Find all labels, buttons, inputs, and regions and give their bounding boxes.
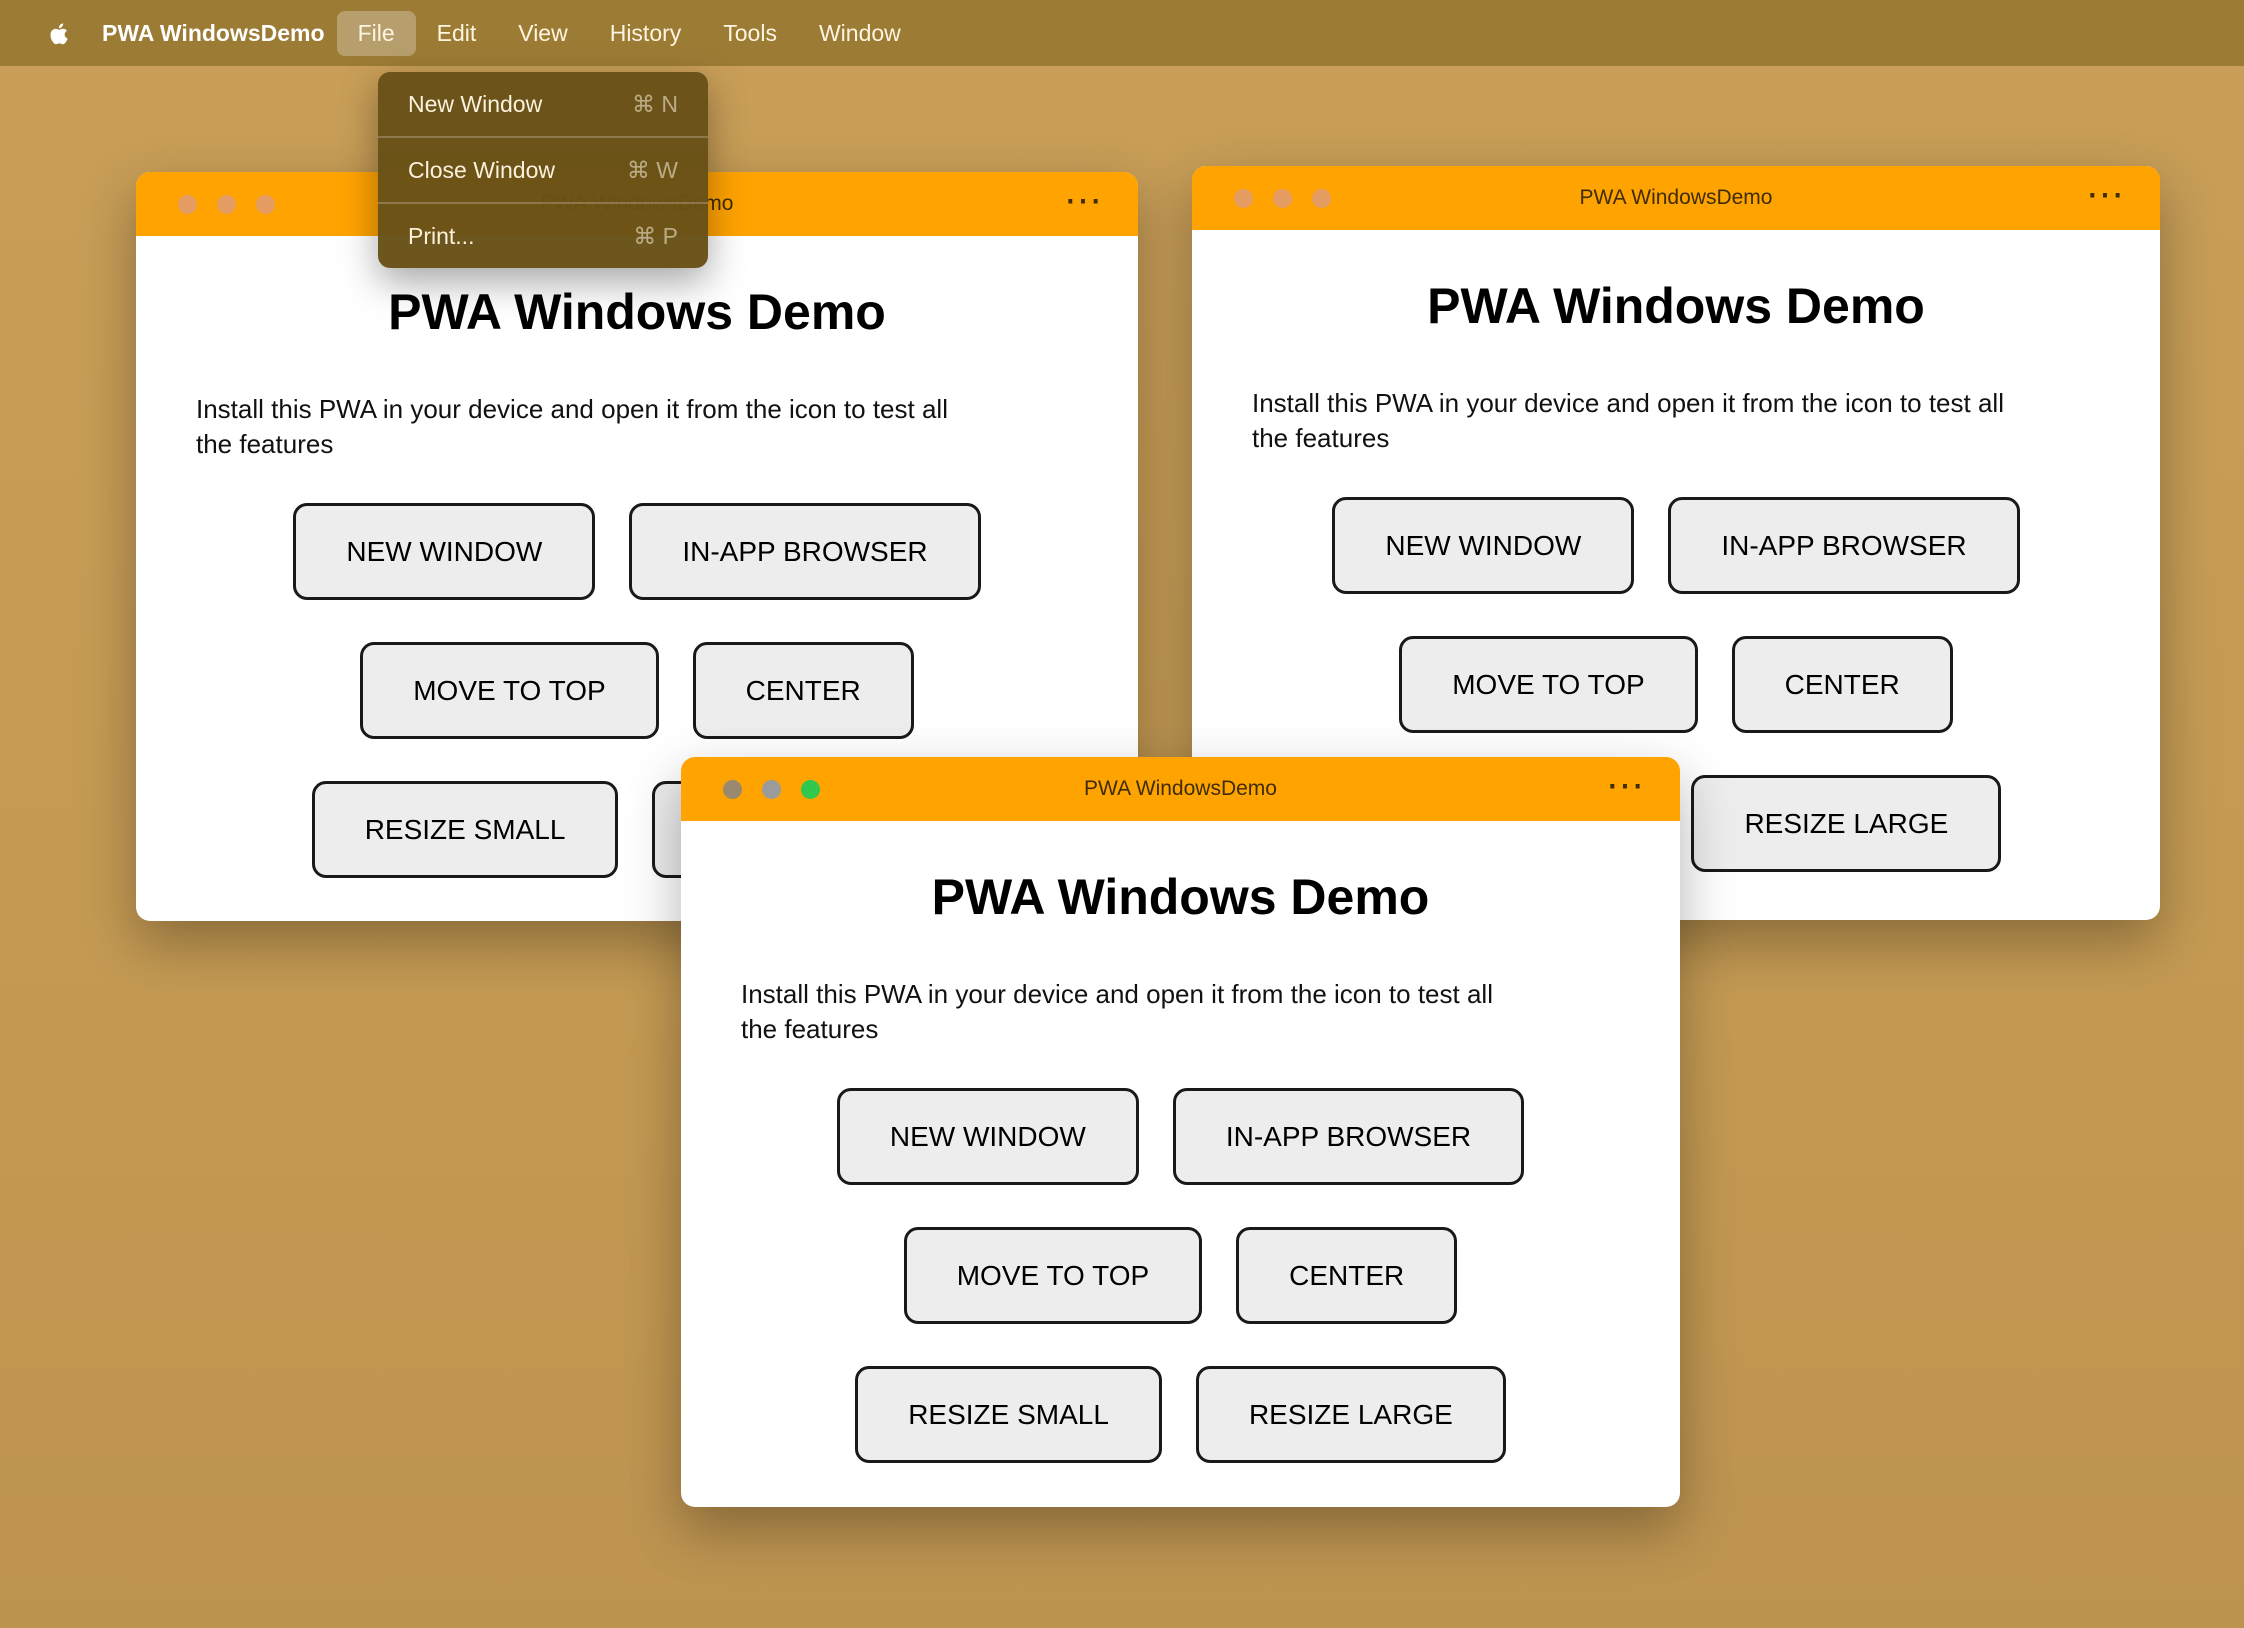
resize-large-button[interactable]: RESIZE LARGE — [1195, 1366, 1506, 1464]
button-row: RESIZE SMALL RESIZE LARGE — [741, 1366, 1620, 1464]
page-description: Install this PWA in your device and open… — [196, 393, 948, 460]
menu-item-close-window[interactable]: Close Window ⌘ W — [378, 138, 708, 202]
window-titlebar[interactable]: PWA WindowsDemo ⋯ — [681, 757, 1680, 821]
button-row: MOVE TO TOP CENTER — [1252, 636, 2100, 734]
page-title: PWA Windows Demo — [931, 869, 1430, 925]
more-options-icon[interactable]: ⋯ — [2086, 172, 2124, 217]
window-title: PWA WindowsDemo — [1579, 186, 1773, 209]
menu-bar: PWA WindowsDemo File Edit View History T… — [0, 0, 2244, 66]
move-to-top-button[interactable]: MOVE TO TOP — [360, 642, 659, 740]
center-button[interactable]: CENTER — [1236, 1227, 1458, 1325]
in-app-browser-button[interactable]: IN-APP BROWSER — [1172, 1088, 1525, 1186]
menu-item-window[interactable]: Window — [798, 11, 922, 56]
button-row: MOVE TO TOP CENTER — [741, 1227, 1620, 1325]
move-to-top-button[interactable]: MOVE TO TOP — [1399, 636, 1698, 734]
center-button[interactable]: CENTER — [692, 642, 914, 740]
menu-item-new-window[interactable]: New Window ⌘ N — [378, 72, 708, 136]
menu-item-shortcut: ⌘ P — [633, 222, 678, 249]
menu-item-shortcut: ⌘ N — [632, 90, 678, 117]
menu-item-edit[interactable]: Edit — [416, 11, 498, 56]
in-app-browser-button[interactable]: IN-APP BROWSER — [629, 503, 981, 601]
apple-menu[interactable] — [40, 18, 80, 49]
resize-small-button[interactable]: RESIZE SMALL — [311, 781, 619, 879]
menu-item-print[interactable]: Print... ⌘ P — [378, 204, 708, 268]
window-title: PWA WindowsDemo — [1084, 777, 1277, 800]
menu-item-shortcut: ⌘ W — [626, 156, 678, 183]
move-to-top-button[interactable]: MOVE TO TOP — [903, 1227, 1203, 1325]
more-options-icon[interactable]: ⋯ — [1606, 763, 1644, 808]
window-content: PWA Windows Demo Install this PWA in you… — [681, 821, 1680, 1464]
window-titlebar[interactable]: PWA WindowsDemo ⋯ — [1192, 166, 2160, 230]
new-window-button[interactable]: NEW WINDOW — [1332, 497, 1635, 595]
button-row: MOVE TO TOP CENTER — [196, 642, 1078, 740]
new-window-button[interactable]: NEW WINDOW — [836, 1088, 1139, 1186]
app-window-front: PWA WindowsDemo ⋯ PWA Windows Demo Insta… — [681, 757, 1680, 1507]
center-button[interactable]: CENTER — [1731, 636, 1953, 734]
resize-large-button[interactable]: RESIZE LARGE — [1691, 775, 2002, 873]
menu-item-tools[interactable]: Tools — [702, 11, 798, 56]
file-menu-dropdown: New Window ⌘ N Close Window ⌘ W Print...… — [378, 72, 708, 268]
more-options-icon[interactable]: ⋯ — [1064, 178, 1102, 223]
menu-item-label: Close Window — [408, 156, 555, 183]
new-window-button[interactable]: NEW WINDOW — [293, 503, 596, 601]
page-description: Install this PWA in your device and open… — [1252, 387, 2004, 454]
app-menu-title[interactable]: PWA WindowsDemo — [102, 20, 325, 47]
in-app-browser-button[interactable]: IN-APP BROWSER — [1668, 497, 2020, 595]
menu-item-history[interactable]: History — [589, 11, 703, 56]
page-description: Install this PWA in your device and open… — [741, 978, 1493, 1045]
menu-item-label: Print... — [408, 222, 475, 249]
button-row: NEW WINDOW IN-APP BROWSER — [741, 1088, 1620, 1186]
page-title: PWA Windows Demo — [1427, 278, 1925, 334]
menu-item-file[interactable]: File — [336, 10, 416, 56]
button-row: NEW WINDOW IN-APP BROWSER — [196, 503, 1078, 601]
menu-item-view[interactable]: View — [497, 11, 588, 56]
page-title: PWA Windows Demo — [388, 284, 886, 340]
menu-item-label: New Window — [408, 90, 543, 117]
apple-logo-icon — [50, 22, 68, 44]
button-row: NEW WINDOW IN-APP BROWSER — [1252, 497, 2100, 595]
resize-small-button[interactable]: RESIZE SMALL — [855, 1366, 1162, 1464]
